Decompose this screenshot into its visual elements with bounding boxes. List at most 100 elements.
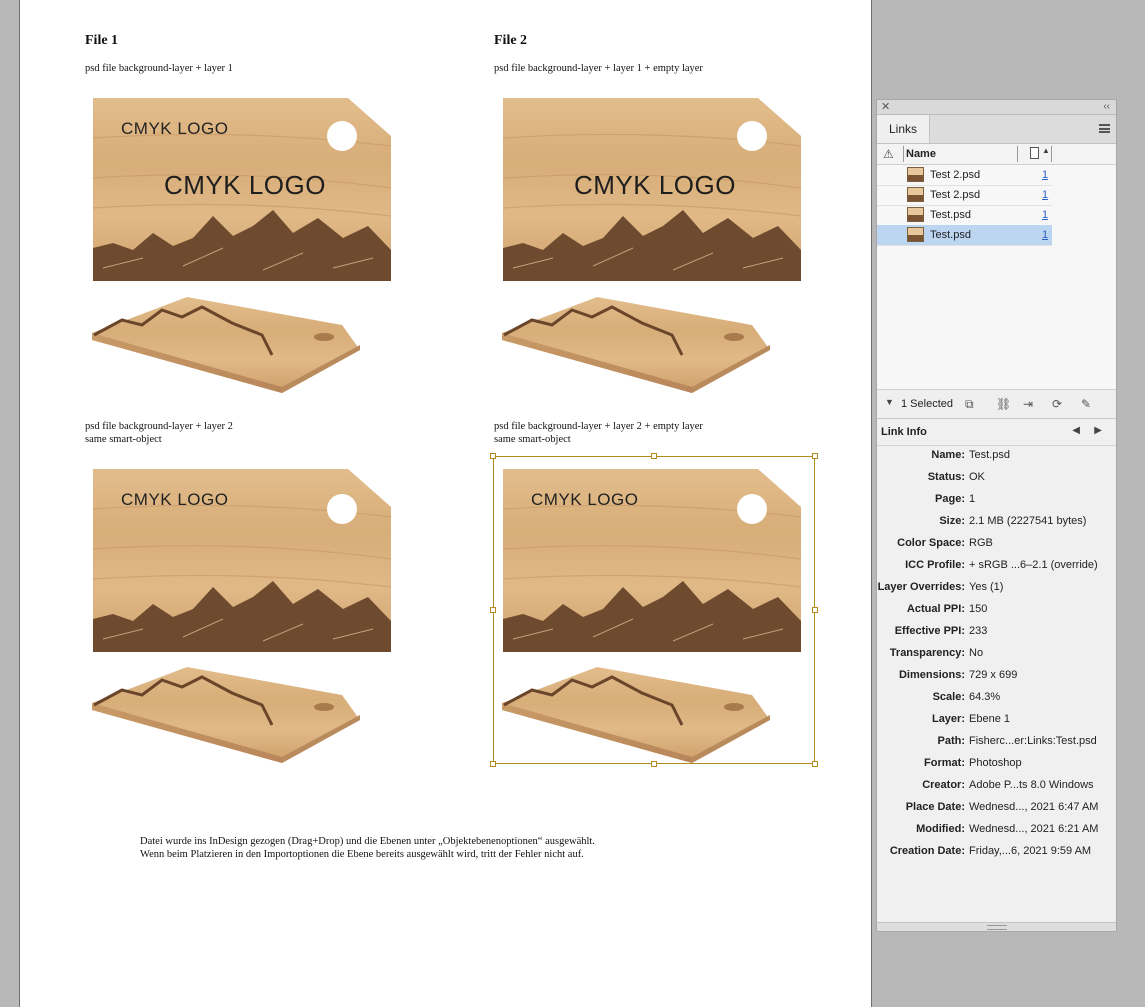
resize-handle-bottom-right[interactable]	[812, 761, 818, 767]
info-label: Layer:	[931, 713, 965, 725]
board-image-bottom-left[interactable]: CMYK LOGO	[93, 469, 391, 652]
resize-handle-bottom[interactable]	[651, 761, 657, 767]
relink-from-folder-icon[interactable]: ⧉	[965, 397, 974, 412]
info-value: 1	[969, 493, 976, 505]
info-row-actual-ppi: Actual PPI: 150	[877, 603, 1115, 625]
link-info-header: Link Info ◀ ▶	[877, 419, 1116, 446]
info-label: Transparency:	[889, 647, 965, 659]
link-row-selected[interactable]: Test.psd 1	[877, 225, 1052, 246]
sort-ascending-icon[interactable]: ▲	[1042, 146, 1050, 155]
resize-handle-top-left[interactable]	[490, 453, 496, 459]
panel-menu-icon[interactable]	[1099, 124, 1110, 133]
caption-bottom-left: psd file background-layer + layer 2 same…	[85, 420, 233, 446]
info-row-color-space: Color Space: RGB	[877, 537, 1115, 559]
links-list: Test 2.psd 1 Test 2.psd 1 Test.psd 1 Tes…	[877, 165, 1116, 390]
document-note: Datei wurde ins InDesign gezogen (Drag+D…	[140, 835, 595, 861]
panel-resize-bar[interactable]	[877, 922, 1116, 931]
info-value: 2.1 MB (2227541 bytes)	[969, 515, 1087, 527]
info-value: Ebene 1	[969, 713, 1010, 725]
link-row[interactable]: Test.psd 1	[877, 205, 1052, 226]
board-perspective-bottom-left[interactable]	[92, 665, 362, 765]
info-value: Wednesd..., 2021 6:47 AM	[969, 801, 1099, 813]
panel-title-bar: ✕ ‹‹	[877, 100, 1116, 115]
info-row-name: Name: Test.psd	[877, 449, 1115, 471]
link-row[interactable]: Test 2.psd 1	[877, 185, 1052, 206]
info-row-scale: Scale: 64.3%	[877, 691, 1115, 713]
info-value: No	[969, 647, 984, 659]
column-separator	[1051, 146, 1052, 162]
caption-top-left: psd file background-layer + layer 1	[85, 63, 233, 74]
board-image-top-left[interactable]: CMYK LOGO CMYK LOGO	[93, 98, 391, 281]
info-label: Path:	[937, 735, 966, 747]
link-page-number[interactable]: 1	[1042, 209, 1048, 221]
collapse-icon[interactable]: ‹‹	[1103, 100, 1110, 114]
logo-text-small: CMYK LOGO	[121, 119, 229, 138]
file-1-title: File 1	[85, 33, 119, 48]
column-name-header[interactable]: Name	[906, 148, 936, 160]
resize-handle-top[interactable]	[651, 453, 657, 459]
resize-handle-top-right[interactable]	[812, 453, 818, 459]
info-value: Friday,...6, 2021 9:59 AM	[969, 845, 1092, 857]
info-value: 150	[969, 603, 988, 615]
caption-bottom-right-line1: psd file background-layer + layer 2 + em…	[494, 421, 703, 432]
selected-count: 1 Selected	[901, 398, 953, 410]
caption-bottom-left-line1: psd file background-layer + layer 2	[85, 421, 233, 432]
note-line-1: Datei wurde ins InDesign gezogen (Drag+D…	[140, 836, 595, 847]
resize-handle-right[interactable]	[812, 607, 818, 613]
link-info-title: Link Info	[881, 426, 927, 438]
info-value: Adobe P...ts 8.0 Windows	[969, 779, 1094, 791]
go-to-link-icon[interactable]: ⇥	[1023, 397, 1033, 411]
info-row-path: Path: Fisherc...er:Links:Test.psd	[877, 735, 1115, 757]
info-row-effective-ppi: Effective PPI: 233	[877, 625, 1115, 647]
info-label: Creation Date:	[889, 845, 965, 857]
info-label: Name:	[931, 449, 965, 461]
link-page-number[interactable]: 1	[1042, 169, 1048, 181]
info-label: Status:	[927, 471, 965, 483]
caption-top-right: psd file background-layer + layer 1 + em…	[494, 63, 703, 74]
page-column-icon[interactable]	[1030, 147, 1039, 159]
chevron-down-icon[interactable]: ▼	[885, 397, 894, 407]
info-label: Actual PPI:	[906, 603, 965, 615]
update-link-icon[interactable]: ⟳	[1052, 397, 1062, 411]
edit-original-icon[interactable]: ✎	[1081, 397, 1091, 411]
info-value: 729 x 699	[969, 669, 1018, 681]
info-label: Scale:	[932, 691, 965, 703]
logo-text-small: CMYK LOGO	[121, 490, 229, 509]
resize-grip-icon[interactable]	[987, 925, 1007, 930]
info-row-dimensions: Dimensions: 729 x 699	[877, 669, 1115, 691]
next-link-icon[interactable]: ▶	[1094, 425, 1102, 436]
link-name: Test.psd	[930, 229, 971, 241]
info-label: Page:	[935, 493, 965, 505]
info-row-page: Page: 1	[877, 493, 1115, 515]
info-label: Color Space:	[897, 537, 965, 549]
info-row-place-date: Place Date: Wednesd..., 2021 6:47 AM	[877, 801, 1115, 823]
warning-icon[interactable]: ⚠	[883, 147, 894, 161]
info-row-creator: Creator: Adobe P...ts 8.0 Windows	[877, 779, 1115, 801]
selection-frame[interactable]	[490, 453, 818, 767]
relink-icon[interactable]: ⛓	[996, 397, 1011, 411]
note-line-2: Wenn beim Platzieren in den Importoption…	[140, 849, 584, 860]
board-perspective-top-right[interactable]	[502, 295, 772, 395]
info-label: Creator:	[922, 779, 965, 791]
board-image-top-right[interactable]: CMYK LOGO	[503, 98, 801, 281]
board-perspective-top-left[interactable]	[92, 295, 362, 395]
previous-link-icon[interactable]: ◀	[1072, 425, 1080, 436]
info-value: 233	[969, 625, 988, 637]
caption-bottom-left-line2: same smart-object	[85, 434, 162, 445]
resize-handle-left[interactable]	[490, 607, 496, 613]
link-row[interactable]: Test 2.psd 1	[877, 165, 1052, 186]
info-value: RGB	[969, 537, 993, 549]
link-thumbnail	[907, 207, 924, 222]
close-icon[interactable]: ✕	[881, 100, 890, 114]
links-panel: ✕ ‹‹ Links ⚠ Name ▲ Test 2.psd 1 Test 2.…	[876, 99, 1117, 932]
info-label: Size:	[939, 515, 965, 527]
tab-links[interactable]: Links	[877, 115, 930, 143]
link-page-number[interactable]: 1	[1042, 189, 1048, 201]
info-value: Test.psd	[969, 449, 1010, 461]
logo-text-big: CMYK LOGO	[164, 170, 326, 200]
info-label: Modified:	[916, 823, 965, 835]
link-page-number[interactable]: 1	[1042, 229, 1048, 241]
info-value: Photoshop	[969, 757, 1022, 769]
info-value: Fisherc...er:Links:Test.psd	[969, 735, 1097, 747]
resize-handle-bottom-left[interactable]	[490, 761, 496, 767]
